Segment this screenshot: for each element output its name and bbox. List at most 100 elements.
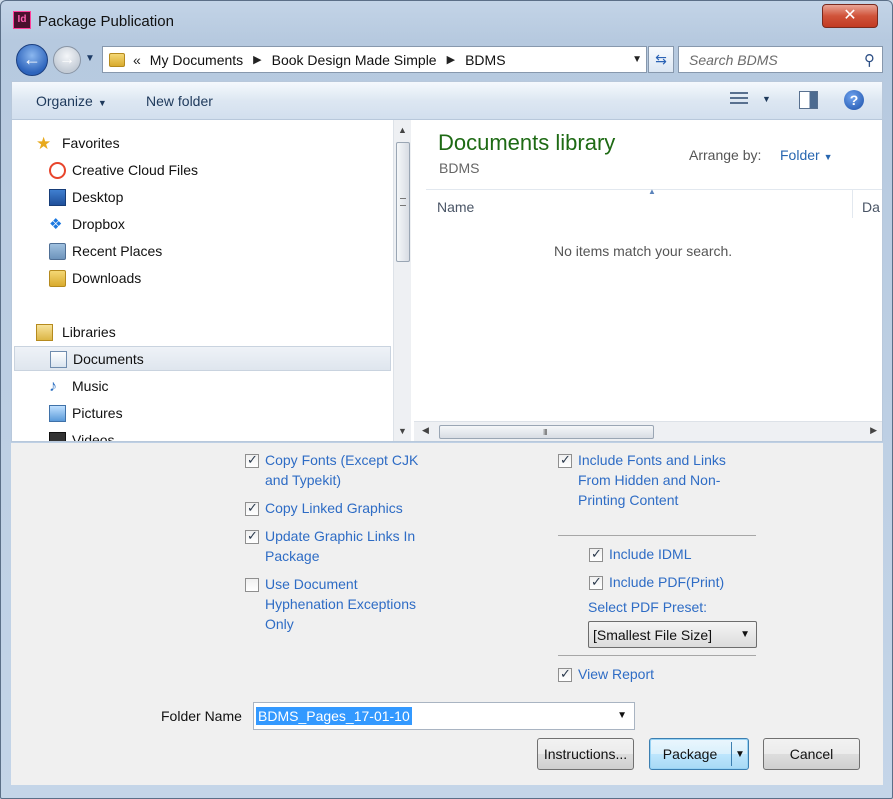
package-options-panel: Copy Fonts (Except CJK and Typekit) Copy… <box>11 443 883 785</box>
copy-linked-graphics-label[interactable]: Copy Linked Graphics <box>265 498 403 518</box>
folder-name-input[interactable]: BDMS_Pages_17-01-10 <box>256 707 412 725</box>
package-split-arrow-icon[interactable]: ▼ <box>735 740 745 770</box>
search-input[interactable] <box>679 47 849 72</box>
nav-recent-places[interactable]: Recent Places <box>12 239 392 264</box>
new-folder-button[interactable]: New folder <box>146 93 213 109</box>
address-dropdown-icon[interactable]: ▼ <box>632 54 642 65</box>
breadcrumb-overflow-icon[interactable]: « <box>133 52 141 68</box>
dropdown-arrow-icon[interactable]: ▼ <box>617 710 627 721</box>
recent-pages-chevron-icon[interactable]: ▼ <box>85 53 95 64</box>
caret-down-icon: ▼ <box>97 98 107 108</box>
pdf-preset-select[interactable]: [Smallest File Size] ▼ <box>588 621 757 648</box>
include-hidden-content-label[interactable]: Include Fonts and Links From Hidden and … <box>578 450 748 510</box>
sort-ascending-icon: ▲ <box>648 187 656 196</box>
search-box[interactable]: ⚲ <box>678 46 883 73</box>
star-icon: ★ <box>36 134 52 153</box>
update-graphic-links-option[interactable]: Update Graphic Links In Package <box>245 526 435 566</box>
nav-videos[interactable]: Videos <box>12 428 392 441</box>
breadcrumb-my-documents[interactable]: My Documents <box>150 52 243 68</box>
nav-creative-cloud-files[interactable]: Creative Cloud Files <box>12 158 392 183</box>
package-button-label: Package <box>662 746 718 762</box>
hyphenation-exceptions-checkbox[interactable] <box>245 578 259 592</box>
back-arrow-icon[interactable]: ← <box>16 44 48 76</box>
update-graphic-links-checkbox[interactable] <box>245 528 259 544</box>
cancel-button[interactable]: Cancel <box>763 738 860 770</box>
include-idml-label[interactable]: Include IDML <box>609 544 691 564</box>
help-icon[interactable]: ? <box>844 90 864 110</box>
organize-menu[interactable]: Organize ▼ <box>36 93 107 109</box>
navigation-pane: ★ Favorites Creative Cloud Files Desktop… <box>12 120 392 441</box>
nav-dropbox[interactable]: ❖ Dropbox <box>12 212 392 237</box>
window-title: Package Publication <box>38 13 174 30</box>
include-pdf-option[interactable]: Include PDF(Print) <box>589 572 759 592</box>
close-button[interactable]: ✕ <box>822 4 878 28</box>
search-icon[interactable]: ⚲ <box>864 51 875 69</box>
dropdown-arrow-icon[interactable]: ▼ <box>740 629 750 640</box>
nav-label: Libraries <box>62 324 116 340</box>
column-divider[interactable] <box>852 190 853 218</box>
nav-label: Creative Cloud Files <box>72 162 199 178</box>
empty-results-message: No items match your search. <box>554 243 733 259</box>
nav-pictures[interactable]: Pictures <box>12 401 392 426</box>
hyphenation-exceptions-option[interactable]: Use Document Hyphenation Exceptions Only <box>245 574 435 634</box>
folder-icon <box>109 52 125 67</box>
copy-linked-graphics-checkbox[interactable] <box>245 500 259 516</box>
breadcrumb-bdms[interactable]: BDMS <box>465 52 505 68</box>
nav-documents[interactable]: Documents <box>14 346 391 371</box>
column-name[interactable]: Name <box>437 199 474 215</box>
folder-name-combobox[interactable]: BDMS_Pages_17-01-10 ▼ <box>253 702 635 730</box>
nav-label: Dropbox <box>72 216 125 232</box>
nav-favorites[interactable]: ★ Favorites <box>12 131 392 156</box>
instructions-button[interactable]: Instructions... <box>537 738 634 770</box>
breadcrumb-separator-icon[interactable]: ▶ <box>253 53 261 66</box>
content-pane: Documents library BDMS Arrange by: Folde… <box>414 120 882 420</box>
nav-vertical-scrollbar[interactable]: ▲ ▼ <box>393 120 411 441</box>
package-button[interactable]: Package ▼ <box>649 738 749 770</box>
refresh-icon[interactable]: ⇆ <box>648 46 674 73</box>
downloads-folder-icon <box>49 270 66 287</box>
scroll-thumb[interactable] <box>396 142 410 262</box>
scroll-up-icon[interactable]: ▲ <box>398 125 407 135</box>
include-idml-option[interactable]: Include IDML <box>589 544 759 564</box>
title-bar: Id Package Publication ✕ <box>1 1 892 41</box>
update-graphic-links-label[interactable]: Update Graphic Links In Package <box>265 526 435 566</box>
preview-pane-icon[interactable] <box>799 91 818 109</box>
scroll-thumb[interactable]: III <box>439 425 654 439</box>
column-date[interactable]: Da <box>862 199 880 215</box>
content-horizontal-scrollbar[interactable]: ◀ III ▶ <box>414 421 882 441</box>
command-toolbar: Organize ▼ New folder ▼ ? <box>11 81 883 119</box>
view-report-option[interactable]: View Report <box>558 664 748 684</box>
file-browser: ★ Favorites Creative Cloud Files Desktop… <box>11 119 883 442</box>
address-bar[interactable]: « My Documents ▶ Book Design Made Simple… <box>102 46 647 73</box>
nav-label: Downloads <box>72 270 142 286</box>
copy-fonts-checkbox[interactable] <box>245 452 259 468</box>
breadcrumb-separator-icon[interactable]: ▶ <box>447 53 455 66</box>
nav-downloads[interactable]: Downloads <box>12 266 392 291</box>
desktop-icon <box>49 189 66 206</box>
change-view-icon[interactable] <box>730 92 748 108</box>
include-pdf-checkbox[interactable] <box>589 574 603 590</box>
include-pdf-label[interactable]: Include PDF(Print) <box>609 572 724 592</box>
view-options-caret-icon[interactable]: ▼ <box>762 94 771 104</box>
copy-fonts-option[interactable]: Copy Fonts (Except CJK and Typekit) <box>245 450 435 490</box>
view-report-checkbox[interactable] <box>558 666 572 682</box>
include-idml-checkbox[interactable] <box>589 546 603 562</box>
split-divider <box>731 742 732 766</box>
include-hidden-content-checkbox[interactable] <box>558 452 572 468</box>
copy-linked-graphics-option[interactable]: Copy Linked Graphics <box>245 498 435 518</box>
scroll-right-icon[interactable]: ▶ <box>870 425 877 436</box>
nav-libraries[interactable]: Libraries <box>12 320 392 345</box>
breadcrumb-book-design[interactable]: Book Design Made Simple <box>272 52 437 68</box>
scroll-down-icon[interactable]: ▼ <box>398 426 407 436</box>
indesign-app-icon: Id <box>13 11 31 29</box>
view-report-label[interactable]: View Report <box>578 664 654 684</box>
forward-arrow-icon[interactable]: → <box>53 46 81 74</box>
library-subtitle: BDMS <box>439 160 480 176</box>
copy-fonts-label[interactable]: Copy Fonts (Except CJK and Typekit) <box>265 450 435 490</box>
nav-music[interactable]: ♪ Music <box>12 374 392 399</box>
arrange-by-dropdown[interactable]: Folder ▼ <box>780 147 833 163</box>
include-hidden-content-option[interactable]: Include Fonts and Links From Hidden and … <box>558 450 748 510</box>
hyphenation-exceptions-label[interactable]: Use Document Hyphenation Exceptions Only <box>265 574 435 634</box>
scroll-left-icon[interactable]: ◀ <box>422 425 429 436</box>
nav-desktop[interactable]: Desktop <box>12 185 392 210</box>
